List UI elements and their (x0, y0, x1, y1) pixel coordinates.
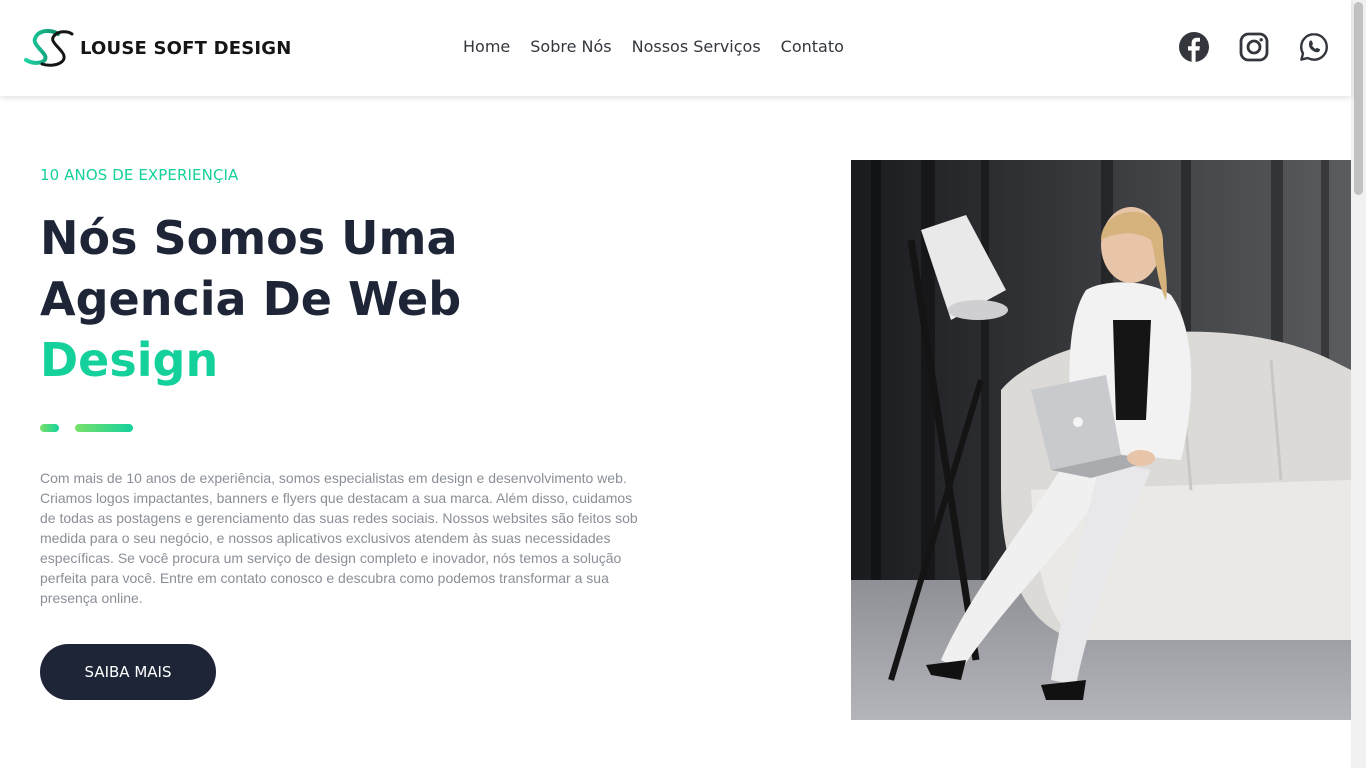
decorative-bar-short (40, 424, 59, 432)
headline-line-2: Agencia De Web (40, 272, 462, 326)
nav-item-contato[interactable]: Contato (781, 37, 844, 56)
hero-image (851, 160, 1351, 720)
hero-description: Com mais de 10 anos de experiência, somo… (40, 470, 638, 606)
social-links (1178, 31, 1330, 63)
facebook-icon[interactable] (1178, 31, 1210, 63)
brand-name: LOUSE SOFT DESIGN (80, 37, 292, 59)
woman-laptop-illustration (851, 160, 1351, 720)
logo-mark-icon (22, 29, 74, 67)
site-header: LOUSE SOFT DESIGN Home Sobre Nós Nossos … (0, 0, 1351, 96)
decorative-bar-long (75, 424, 133, 432)
hero-headline: Nós Somos Uma Agencia De Web Design (40, 208, 560, 391)
main-nav: Home Sobre Nós Nossos Serviços Contato (463, 37, 844, 56)
brand-logo[interactable]: LOUSE SOFT DESIGN (22, 28, 292, 68)
instagram-icon[interactable] (1238, 31, 1270, 63)
hero-eyebrow: 10 ANOS DE EXPERIENÇIA (40, 166, 239, 184)
saiba-mais-button[interactable]: SAIBA MAIS (40, 644, 216, 700)
headline-line-1: Nós Somos Uma (40, 211, 458, 265)
whatsapp-icon[interactable] (1298, 31, 1330, 63)
nav-item-sobre-nos[interactable]: Sobre Nós (530, 37, 611, 56)
nav-item-nossos-servicos[interactable]: Nossos Serviços (632, 37, 761, 56)
scrollbar-thumb[interactable] (1354, 2, 1363, 195)
page-scrollbar[interactable] (1351, 0, 1366, 768)
nav-item-home[interactable]: Home (463, 37, 510, 56)
headline-accent: Design (40, 333, 219, 387)
